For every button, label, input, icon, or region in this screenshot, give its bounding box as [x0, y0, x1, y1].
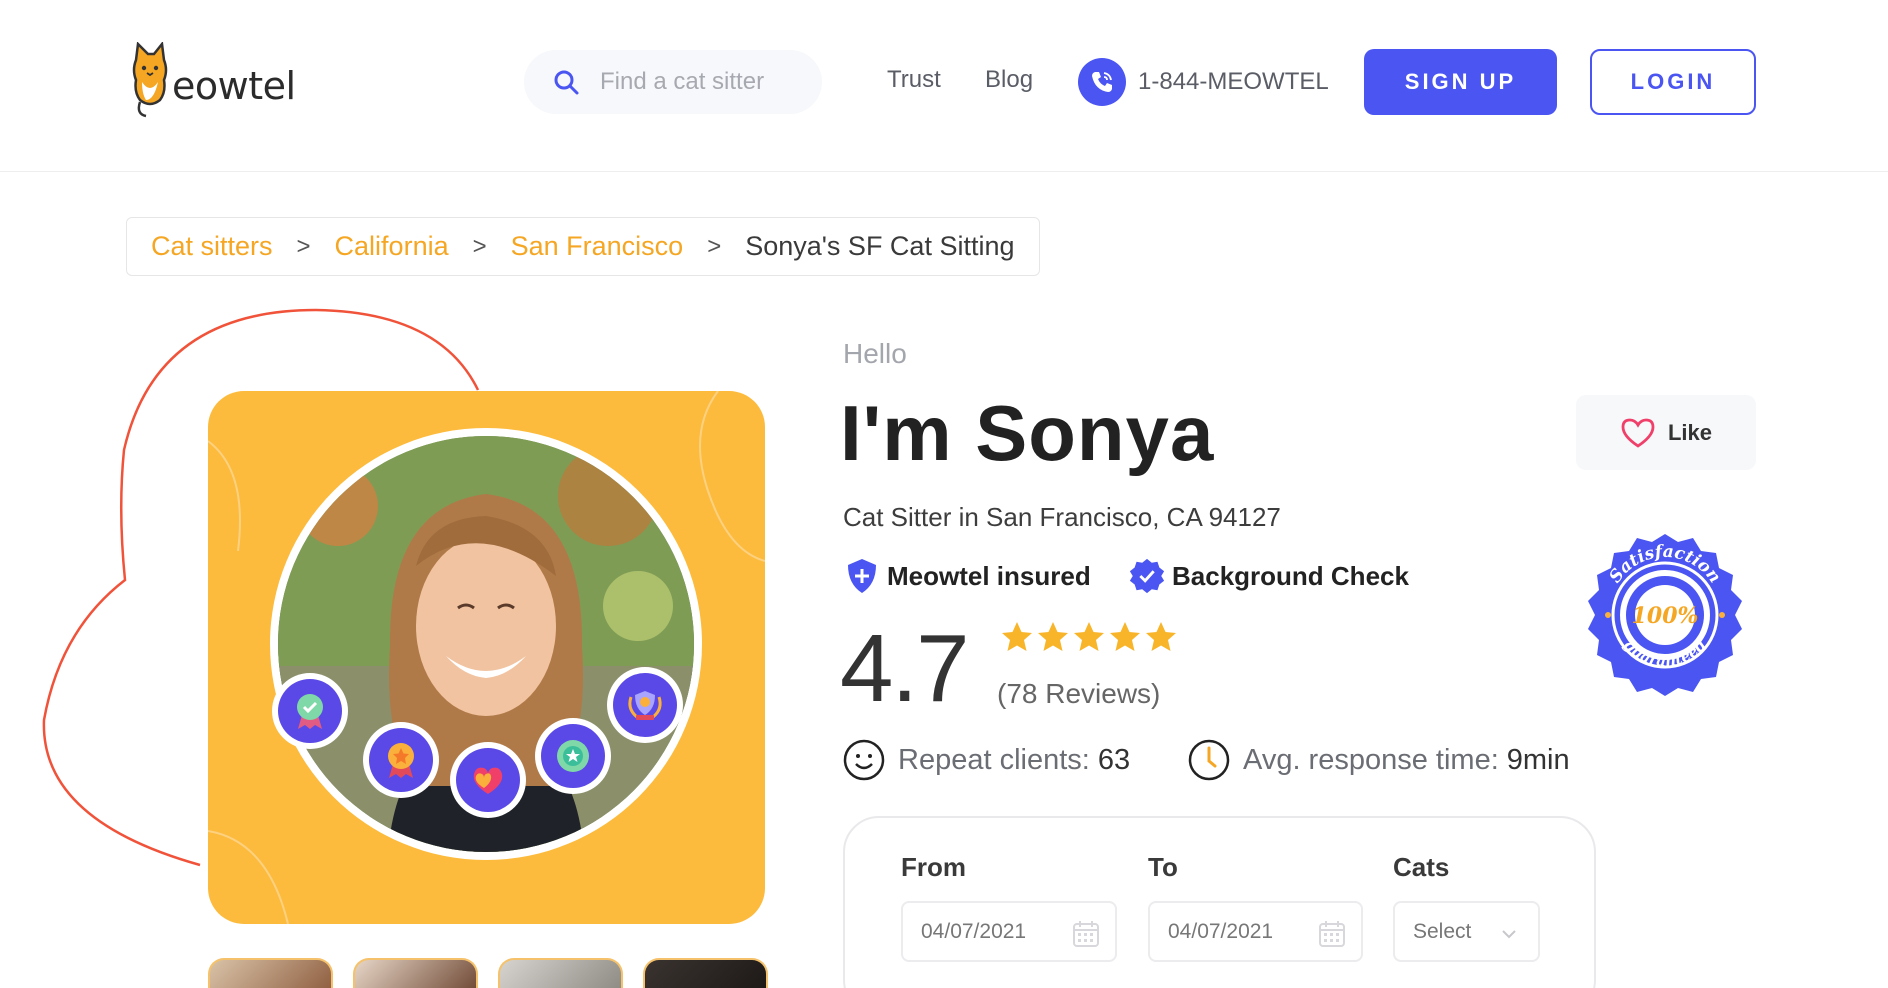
- breadcrumb-separator: >: [472, 232, 487, 260]
- from-label: From: [901, 852, 966, 882]
- greeting: Hello: [843, 338, 907, 369]
- to-date-value: 04/07/2021: [1168, 919, 1274, 943]
- nav-link-trust[interactable]: Trust: [887, 66, 941, 94]
- shield-laurel-icon: [628, 691, 662, 720]
- like-button[interactable]: Like: [1576, 395, 1756, 470]
- breadcrumb-item-cat-sitters[interactable]: Cat sitters: [151, 231, 273, 262]
- site-header: eowtel Trust Blog 1-844-MEOWTEL SIGN UP …: [0, 0, 1888, 172]
- verified-check-icon: [1129, 558, 1165, 594]
- star-rating: [1000, 620, 1178, 654]
- profile-photo-card: [208, 391, 765, 924]
- calendar-icon: [1073, 921, 1099, 947]
- breadcrumb-separator: >: [296, 232, 311, 260]
- from-date-field[interactable]: 04/07/2021: [901, 901, 1117, 962]
- sign-up-button[interactable]: SIGN UP: [1364, 49, 1557, 115]
- cats-select-value: Select: [1413, 919, 1472, 943]
- repeat-clients-stat: Repeat clients: 63: [842, 738, 1130, 782]
- thumbnail[interactable]: [353, 958, 478, 988]
- cat-logo-icon: [132, 42, 168, 118]
- phone-link[interactable]: 1-844-MEOWTEL: [1078, 58, 1329, 106]
- star-icon: [1146, 622, 1176, 651]
- clock-icon: [1188, 739, 1230, 781]
- star-icon: [1002, 622, 1032, 651]
- badge-seal-star[interactable]: [535, 718, 611, 794]
- sitter-name: I'm Sonya: [840, 389, 1215, 477]
- star-icon: [1074, 622, 1104, 651]
- shield-plus-icon: [848, 559, 876, 593]
- reviews-link[interactable]: (78 Reviews): [997, 678, 1160, 710]
- star-icon: [1038, 622, 1068, 651]
- breadcrumb-item-california[interactable]: California: [335, 231, 449, 262]
- repeat-clients-value: 63: [1097, 743, 1131, 776]
- sitter-location: Cat Sitter in San Francisco, CA 94127: [843, 502, 1281, 532]
- search-input[interactable]: [600, 68, 800, 96]
- to-label: To: [1148, 852, 1178, 882]
- logo[interactable]: eowtel: [130, 42, 296, 120]
- search-icon: [554, 70, 579, 95]
- calendar-icon: [1319, 921, 1345, 947]
- star-medal-icon: [388, 743, 414, 778]
- phone-icon: [1078, 58, 1126, 106]
- phone-number: 1-844-MEOWTEL: [1138, 68, 1329, 95]
- badge-star-medal[interactable]: [363, 722, 439, 798]
- badge-verified[interactable]: [272, 673, 348, 749]
- seal-star-icon: [557, 740, 589, 772]
- logo-text: eowtel: [172, 64, 296, 108]
- insured-label: Meowtel insured: [887, 560, 1091, 591]
- insured-badge: Meowtel insured: [843, 556, 1091, 596]
- thumbnail[interactable]: [643, 958, 768, 988]
- to-date-field[interactable]: 04/07/2021: [1148, 901, 1363, 962]
- breadcrumb-item-san-francisco[interactable]: San Francisco: [511, 231, 684, 262]
- cats-label: Cats: [1393, 852, 1450, 882]
- ribbon-check-icon: [297, 694, 323, 729]
- smile-icon: [843, 739, 885, 781]
- seal-center-text: 100%: [1632, 603, 1699, 629]
- background-check-badge: Background Check: [1128, 556, 1409, 596]
- breadcrumb-current: Sonya's SF Cat Sitting: [745, 231, 1015, 261]
- from-date-value: 04/07/2021: [921, 919, 1027, 943]
- satisfaction-seal: Satisfaction guaranteed 100%: [1588, 534, 1742, 696]
- breadcrumb: Cat sitters > California > San Francisco…: [126, 217, 1040, 276]
- star-icon: [1110, 622, 1140, 651]
- thumbnail[interactable]: [208, 958, 333, 988]
- hearts-icon: [473, 767, 503, 794]
- breadcrumb-separator: >: [707, 232, 722, 260]
- repeat-clients-label: Repeat clients:: [898, 743, 1090, 776]
- background-check-label: Background Check: [1172, 560, 1409, 591]
- badge-shield-laurel[interactable]: [607, 667, 683, 743]
- chevron-down-icon: [1502, 930, 1516, 939]
- login-button[interactable]: LOGIN: [1590, 49, 1756, 115]
- response-time-stat: Avg. response time: 9min: [1187, 738, 1570, 782]
- like-label: Like: [1667, 419, 1713, 445]
- search-bar[interactable]: [524, 50, 822, 114]
- photo-thumbnails: [208, 958, 768, 988]
- rating-score: 4.7: [840, 615, 969, 722]
- cats-select[interactable]: Select: [1393, 901, 1540, 962]
- response-time-value: 9min: [1506, 743, 1570, 776]
- badge-heart[interactable]: [450, 742, 526, 818]
- nav-link-blog[interactable]: Blog: [985, 66, 1033, 94]
- thumbnail[interactable]: [498, 958, 623, 988]
- heart-icon: [1621, 418, 1655, 448]
- response-time-label: Avg. response time:: [1243, 743, 1499, 776]
